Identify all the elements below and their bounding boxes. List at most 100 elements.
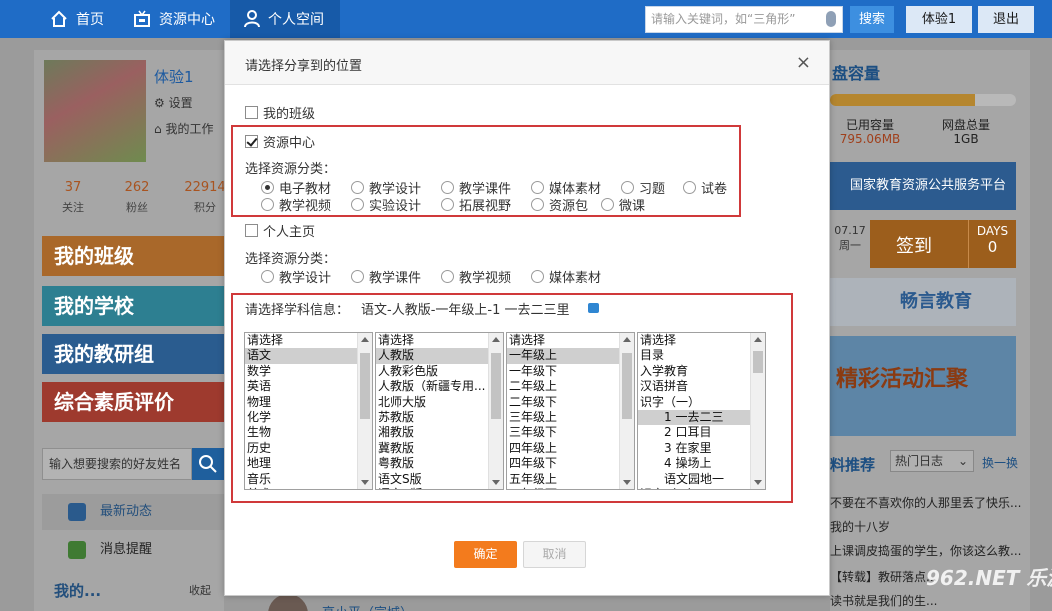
list-option[interactable]: 一年级下 (507, 364, 634, 379)
list-option[interactable]: 请选择 (638, 333, 765, 348)
list-option[interactable]: 三年级下 (507, 425, 634, 440)
feed-avatar[interactable] (268, 594, 308, 611)
list-option[interactable]: 识字（二） (638, 487, 765, 489)
list-option[interactable]: 四年级上 (507, 441, 634, 456)
list-option[interactable]: 一年级上 (507, 348, 634, 364)
list-option[interactable]: 粤教版 (376, 456, 503, 471)
scroll-thumb[interactable] (360, 353, 370, 419)
ph-category-radio[interactable] (351, 270, 364, 283)
list-option[interactable]: 人教版 (376, 348, 503, 364)
scrollbar[interactable] (750, 333, 765, 489)
article-link[interactable]: 上课调皮捣蛋的学生，你该这么教... (830, 542, 1021, 559)
list-option[interactable]: 人教版（新疆专用... (376, 379, 503, 394)
close-icon[interactable]: × (796, 52, 811, 73)
changyan-banner[interactable]: 畅言教育 (830, 278, 1016, 326)
friend-search-input[interactable]: 输入想要搜索的好友姓名 (42, 448, 192, 480)
article-link[interactable]: 不要在不喜欢你的人那里丢了快乐... (830, 494, 1021, 511)
nav-personal-space[interactable]: 个人空间 (230, 0, 340, 38)
chapter-listbox[interactable]: 请选择 目录 入学教育 汉语拼音 识字（一） 1 一去二三 2 口耳目 3 在家里 4 … (637, 332, 766, 490)
activity-banner[interactable]: 精彩活动汇聚 (830, 336, 1016, 436)
ph-category-radio[interactable] (441, 270, 454, 283)
grade-listbox[interactable]: 请选择一年级上一年级下二年级上二年级下三年级上三年级下四年级上四年级下五年级上五… (506, 332, 635, 490)
list-option[interactable]: 请选择 (245, 333, 372, 348)
menu-latest-news[interactable]: 最新动态 (42, 494, 224, 530)
list-option[interactable]: 三年级上 (507, 410, 634, 425)
list-option[interactable]: 四年级下 (507, 456, 634, 471)
scrollbar[interactable] (619, 333, 634, 489)
stat-follow[interactable]: 37 关注 (48, 180, 98, 215)
scroll-up-icon[interactable] (623, 337, 631, 342)
settings-link[interactable]: ⚙ 设置 (154, 94, 193, 111)
list-option[interactable]: 冀教版 (376, 441, 503, 456)
list-option[interactable]: 音乐 (245, 472, 372, 487)
banner-evaluation[interactable]: 综合素质评价 (42, 382, 224, 422)
list-option[interactable]: 数学 (245, 364, 372, 379)
list-option[interactable]: 五年级上 (507, 472, 634, 487)
scroll-thumb[interactable] (491, 353, 501, 419)
article-link[interactable]: 我的十八岁 (830, 518, 890, 535)
banner-my-class[interactable]: 我的班级 (42, 236, 224, 276)
list-option[interactable]: 语文A版 (376, 487, 503, 489)
scrollbar[interactable] (488, 333, 503, 489)
collapse-link[interactable]: 收起 (189, 582, 211, 598)
menu-notifications[interactable]: 消息提醒 (42, 532, 224, 568)
banner-my-research-group[interactable]: 我的教研组 (42, 334, 224, 374)
stat-points[interactable]: 22914 积分 (180, 180, 230, 215)
list-option[interactable]: 地理 (245, 456, 372, 471)
ph-category-radio[interactable] (261, 270, 274, 283)
rc-category-radio[interactable] (441, 198, 454, 211)
scroll-thumb[interactable] (622, 353, 632, 419)
list-option[interactable]: 入学教育 (638, 364, 765, 379)
microphone-icon[interactable] (826, 11, 836, 27)
list-option[interactable]: 英语 (245, 379, 372, 394)
list-option[interactable]: 湘教版 (376, 425, 503, 440)
banner-my-school[interactable]: 我的学校 (42, 286, 224, 326)
scroll-up-icon[interactable] (361, 337, 369, 342)
search-input[interactable]: 请输入关键词，如“三角形” (645, 6, 843, 33)
list-option[interactable]: 请选择 (376, 333, 503, 348)
nav-home[interactable]: 首页 (50, 0, 104, 38)
list-option[interactable]: 目录 (638, 348, 765, 363)
edition-listbox[interactable]: 请选择 人教版 人教彩色版 人教版（新疆专用... 北师大版 苏教版 湘教版 冀教版 粤教版 语文… (375, 332, 504, 490)
rc-category-radio[interactable] (441, 181, 454, 194)
list-option[interactable]: 生物 (245, 425, 372, 440)
nav-resource-center[interactable]: 资源中心 (133, 0, 215, 38)
ph-category-radio[interactable] (531, 270, 544, 283)
article-link[interactable]: 读书就是我们的生... (830, 592, 937, 609)
stat-fans[interactable]: 262 粉丝 (112, 180, 162, 215)
scroll-up-icon[interactable] (754, 337, 762, 342)
list-option[interactable]: 二年级下 (507, 395, 634, 410)
rc-category-radio[interactable] (531, 198, 544, 211)
rc-category-radio[interactable] (621, 181, 634, 194)
list-option[interactable]: 2 口耳目 (638, 425, 765, 440)
list-option[interactable]: 美术 (245, 487, 372, 489)
rc-category-radio[interactable] (261, 181, 274, 194)
scroll-down-icon[interactable] (623, 480, 631, 485)
rc-category-radio[interactable] (683, 181, 696, 194)
list-option[interactable]: 语文 (245, 348, 372, 364)
my-work-link[interactable]: ⌂ 我的工作 (154, 120, 213, 137)
avatar[interactable] (44, 60, 146, 162)
switch-link[interactable]: 换一换 (982, 454, 1018, 471)
friend-search-button[interactable] (192, 448, 224, 480)
scroll-up-icon[interactable] (492, 337, 500, 342)
personal-home-checkbox[interactable] (245, 224, 258, 237)
my-class-checkbox[interactable] (245, 106, 258, 119)
list-option[interactable]: 语文园地一 (638, 472, 765, 487)
scrollbar[interactable] (357, 333, 372, 489)
search-button[interactable]: 搜索 (850, 6, 894, 33)
book-icon[interactable] (588, 303, 599, 313)
list-option[interactable]: 北师大版 (376, 395, 503, 410)
list-option[interactable]: 3 在家里 (638, 441, 765, 456)
subject-listbox[interactable]: 请选择语文数学英语物理化学生物历史地理音乐美术 (244, 332, 373, 490)
hot-log-select[interactable]: 热门日志 ⌄ (890, 450, 974, 472)
list-option[interactable]: 化学 (245, 410, 372, 425)
list-option[interactable]: 请选择 (507, 333, 634, 348)
rc-category-radio[interactable] (351, 198, 364, 211)
confirm-button[interactable]: 确定 (454, 541, 517, 568)
list-option[interactable]: 人教彩色版 (376, 364, 503, 379)
sign-in-button[interactable]: 签到 DAYS 0 (870, 220, 1016, 268)
logout-button[interactable]: 退出 (978, 6, 1034, 33)
list-option[interactable]: 汉语拼音 (638, 379, 765, 394)
platform-banner[interactable]: 国家教育资源公共服务平台 (830, 162, 1016, 210)
